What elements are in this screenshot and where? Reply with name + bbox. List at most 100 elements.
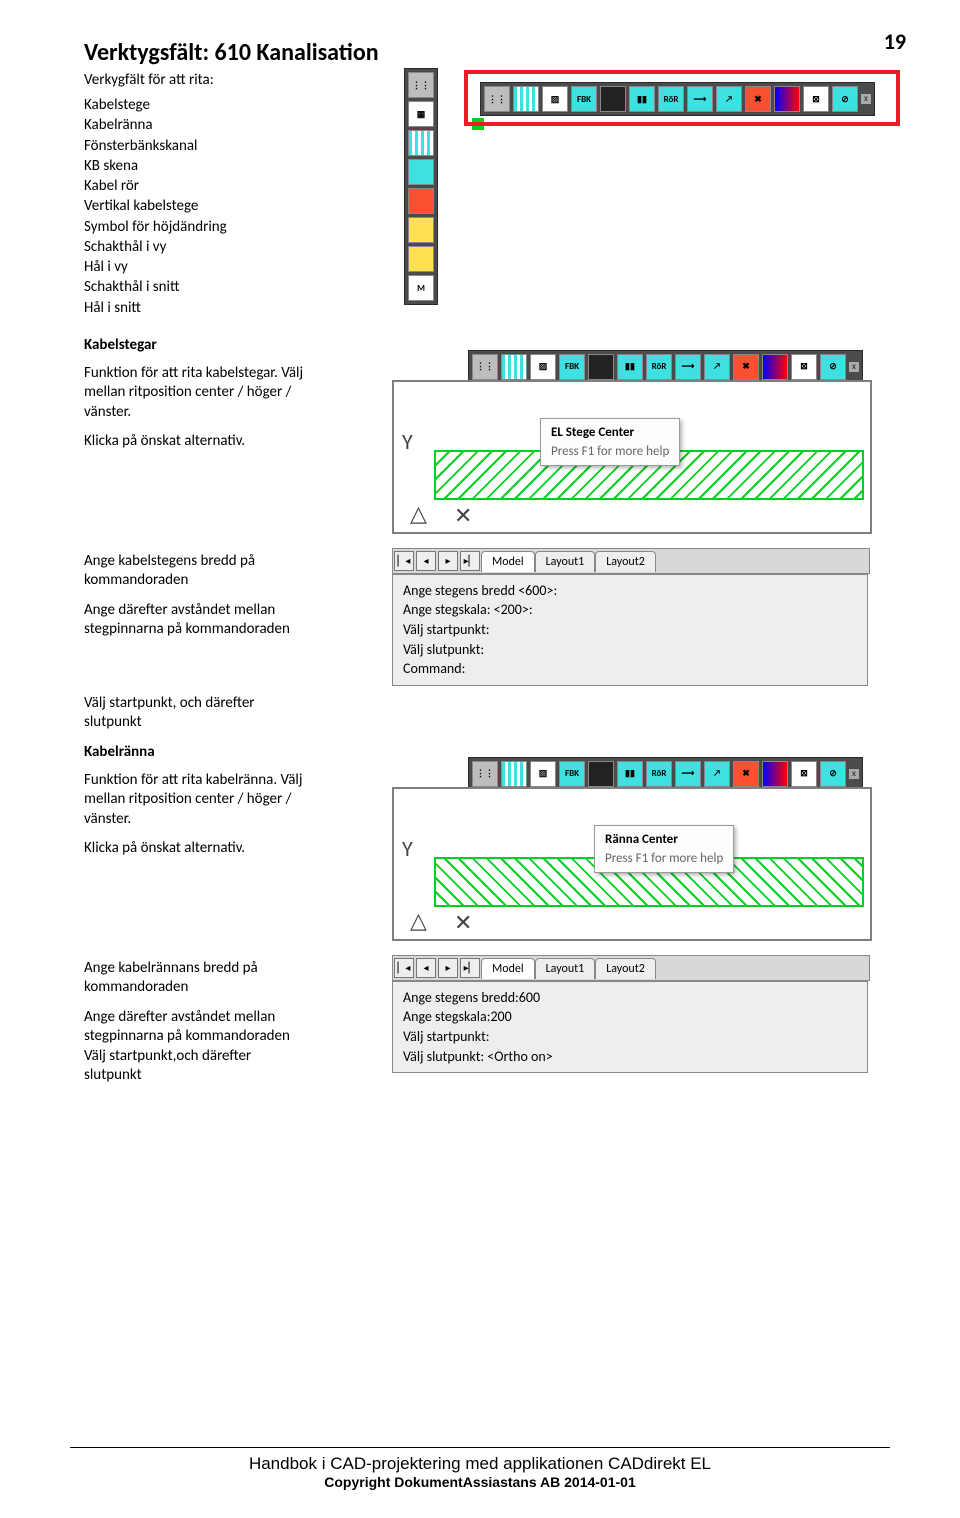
tool-icon[interactable]	[501, 761, 527, 787]
page-number: 19	[884, 28, 906, 55]
list-item: Fönsterbänkskanal	[84, 136, 890, 156]
close-icon[interactable]: x	[849, 362, 859, 372]
tool-icon[interactable]	[762, 354, 788, 380]
tooltip: EL Stege Center Press F1 for more help	[540, 418, 680, 466]
tool-icon[interactable]: ▦	[408, 101, 434, 127]
command-window[interactable]: Ange stegens bredd:600 Ange stegskala:20…	[392, 981, 868, 1073]
body-text: Klicka på önskat alternativ.	[84, 432, 304, 452]
body-text: Ange därefter avståndet mellan stegpinna…	[84, 1008, 304, 1086]
body-text: Ange kabelrännans bredd på kommandoraden	[84, 959, 304, 998]
tool-icon[interactable]: ⊠	[791, 761, 817, 787]
tool-icon[interactable]	[408, 217, 434, 243]
command-line: Ange stegens bredd <600>:	[403, 581, 857, 601]
tool-icon[interactable]: ⊘	[820, 761, 846, 787]
tooltip-title: Ränna Center	[605, 832, 723, 847]
command-line: Välj startpunkt:	[403, 620, 857, 640]
tool-icon[interactable]: M	[408, 275, 434, 301]
horizontal-toolbar: ⋮⋮ ▨ FBK ▮▮ RöR ⟶ ↗ ✖ ⊠ ⊘ x	[468, 757, 863, 791]
prev-icon[interactable]: ◂	[416, 551, 436, 571]
tool-icon[interactable]: ✖	[733, 761, 759, 787]
marker-icon: △	[410, 907, 427, 934]
tab-layout1[interactable]: Layout1	[535, 958, 596, 979]
command-line: Ange stegskala: <200>:	[403, 600, 857, 620]
list-item: Kabel rör	[84, 176, 890, 196]
prev-icon[interactable]: ◂	[416, 958, 436, 978]
list-item: Hål i vy	[84, 257, 890, 277]
tool-icon[interactable]: ⟶	[675, 761, 701, 787]
tool-icon[interactable]	[408, 188, 434, 214]
next-icon[interactable]: ▸	[438, 551, 458, 571]
page-title: Verktygsfält: 610 Kanalisation	[84, 38, 890, 67]
tool-icon[interactable]: ⊘	[820, 354, 846, 380]
tool-icon[interactable]	[408, 159, 434, 185]
tool-icon[interactable]	[501, 354, 527, 380]
command-line: Ange stegens bredd:600	[403, 988, 857, 1008]
command-line: Välj slutpunkt:	[403, 640, 857, 660]
tool-icon[interactable]	[408, 130, 434, 156]
marker-icon: Y	[402, 428, 413, 455]
body-text: Funktion för att rita kabelstegar. Välj …	[84, 364, 304, 423]
command-line: Välj startpunkt:	[403, 1027, 857, 1047]
body-text: Välj startpunkt, och därefter slutpunkt	[84, 694, 304, 733]
body-text: Klicka på önskat alternativ.	[84, 839, 304, 859]
tooltip: Ränna Center Press F1 for more help	[594, 825, 734, 873]
last-icon[interactable]: ▸▏	[460, 551, 480, 571]
body-text: Ange därefter avståndet mellan stegpinna…	[84, 601, 304, 640]
tool-icon[interactable]: ⊠	[791, 354, 817, 380]
command-line: Command:	[403, 659, 857, 679]
tool-icon[interactable]: ✖	[733, 354, 759, 380]
tab-model[interactable]: Model	[481, 958, 535, 979]
icon-label: M	[417, 283, 425, 294]
model-tab-strip: ▏◂ ◂ ▸ ▸▏ Model Layout1 Layout2	[392, 955, 870, 981]
tab-layout2[interactable]: Layout2	[595, 958, 656, 979]
command-line: Ange stegskala:200	[403, 1007, 857, 1027]
tab-model[interactable]: Model	[481, 551, 535, 572]
close-icon[interactable]: x	[849, 769, 859, 779]
tool-icon[interactable]: ▮▮	[617, 761, 643, 787]
page-footer: Handbok i CAD-projektering med applikati…	[0, 1447, 960, 1490]
grip-icon[interactable]: ⋮⋮	[472, 354, 498, 380]
tooltip-title: EL Stege Center	[551, 425, 669, 440]
marker-icon: △	[410, 500, 427, 527]
tooltip-help: Press F1 for more help	[551, 444, 669, 459]
tab-layout2[interactable]: Layout2	[595, 551, 656, 572]
list-item: Hål i snitt	[84, 298, 890, 318]
cad-viewport: Y △ ✕ Ränna Center Press F1 for more hel…	[392, 787, 872, 941]
body-text: Funktion för att rita kabelränna. Välj m…	[84, 771, 304, 830]
grip-icon[interactable]: ⋮⋮	[408, 72, 434, 98]
list-item: Schakthål i vy	[84, 237, 890, 257]
vertical-toolbar: ⋮⋮ ▦ M	[404, 68, 438, 305]
first-icon[interactable]: ▏◂	[394, 551, 414, 571]
tool-icon[interactable]: RöR	[646, 354, 672, 380]
cad-viewport: Y △ ✕ EL Stege Center Press F1 for more …	[392, 380, 872, 534]
marker-icon: Y	[402, 835, 413, 862]
first-icon[interactable]: ▏◂	[394, 958, 414, 978]
last-icon[interactable]: ▸▏	[460, 958, 480, 978]
tool-icon[interactable]: ▨	[530, 354, 556, 380]
tool-icon[interactable]	[762, 761, 788, 787]
tool-icon[interactable]: FBK	[559, 354, 585, 380]
tool-icon[interactable]	[408, 246, 434, 272]
tool-icon[interactable]: RöR	[646, 761, 672, 787]
list-item: Symbol för höjdändring	[84, 217, 890, 237]
tool-icon[interactable]: ▮▮	[617, 354, 643, 380]
command-window[interactable]: Ange stegens bredd <600>: Ange stegskala…	[392, 574, 868, 686]
next-icon[interactable]: ▸	[438, 958, 458, 978]
tool-icon[interactable]: ▨	[530, 761, 556, 787]
grip-icon[interactable]: ⋮⋮	[472, 761, 498, 787]
tool-icon[interactable]: ⟶	[675, 354, 701, 380]
tool-icon[interactable]	[588, 761, 614, 787]
body-text: Ange kabelstegens bredd på kommandoraden	[84, 552, 304, 591]
list-item: Vertikal kabelstege	[84, 196, 890, 216]
highlight-rectangle	[464, 70, 900, 126]
marker-icon: ✕	[454, 502, 472, 529]
tool-icon[interactable]: FBK	[559, 761, 585, 787]
model-tab-strip: ▏◂ ◂ ▸ ▸▏ Model Layout1 Layout2	[392, 548, 870, 574]
list-item: KB skena	[84, 156, 890, 176]
tool-icon[interactable]: ↗	[704, 354, 730, 380]
command-line: Välj slutpunkt: <Ortho on>	[403, 1047, 857, 1067]
tooltip-help: Press F1 for more help	[605, 851, 723, 866]
tool-icon[interactable]	[588, 354, 614, 380]
tool-icon[interactable]: ↗	[704, 761, 730, 787]
tab-layout1[interactable]: Layout1	[535, 551, 596, 572]
